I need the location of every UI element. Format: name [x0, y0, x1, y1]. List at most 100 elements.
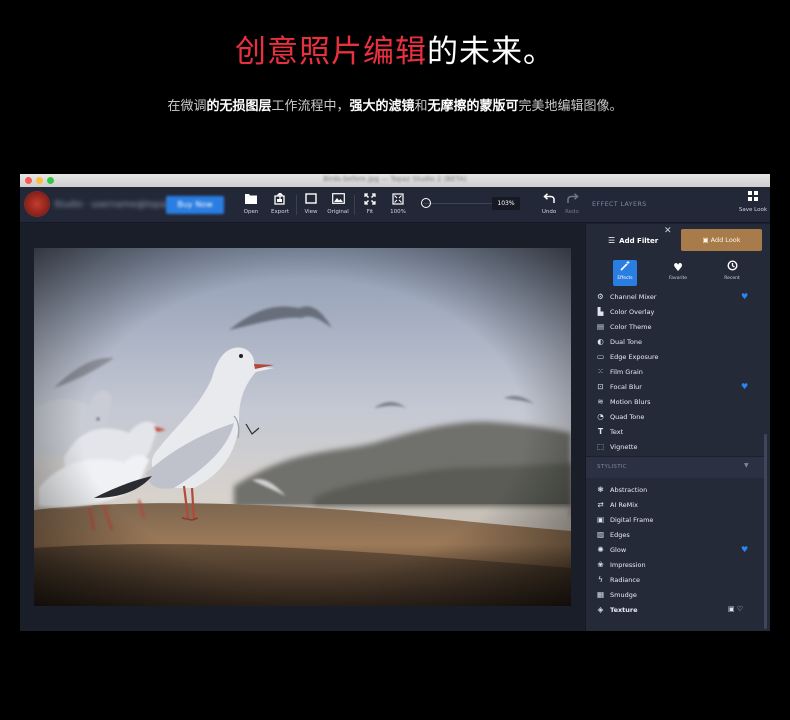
dualtone-icon: ◐ [597, 337, 604, 346]
chevron-down-icon: ▼ [744, 462, 749, 469]
canvas-area[interactable] [20, 224, 584, 631]
zoom-100-button[interactable]: 100% [383, 193, 413, 215]
effect-name: Vignette [610, 443, 638, 451]
add-look-label: Add Look [710, 236, 741, 244]
effect-name: AI ReMix [610, 501, 638, 509]
effect-name: Glow [610, 546, 627, 554]
effect-item-radiance[interactable]: ϟ Radiance [586, 573, 764, 588]
effect-item-ai-remix[interactable]: ⇄ AI ReMix [586, 498, 764, 513]
effect-name: Quad Tone [610, 413, 645, 421]
fit-label: Fit [366, 209, 374, 215]
filter-list-icon: ☰ [608, 236, 616, 245]
favorite-heart-icon[interactable]: ♥ [741, 382, 748, 391]
look-icon: ▣ [702, 236, 711, 244]
effect-item-text[interactable]: T Text [586, 425, 764, 440]
focal-icon: ⊡ [597, 382, 604, 391]
tab-effects[interactable]: Effects [613, 260, 637, 286]
hero-subtitle: 在微调的无损图层工作流程中，强大的滤镜和无摩擦的蒙版可完美地编辑图像。 [0, 95, 790, 114]
effect-name: Dual Tone [610, 338, 642, 346]
tab-favorite-label: Favorite [669, 276, 687, 281]
impression-icon: ❀ [597, 560, 604, 569]
close-panel-icon[interactable]: ✕ [664, 226, 672, 236]
effect-item-focal-blur[interactable]: ⊡ Focal Blur ♥ [586, 380, 764, 395]
effect-item-impression[interactable]: ❀ Impression [586, 558, 764, 573]
subtitle-part: 工作流程中， [271, 99, 350, 114]
hero-title-red: 创意照片编辑 [235, 34, 427, 70]
panel-scrollbar[interactable] [764, 434, 767, 629]
subtitle-bold: 强大的滤镜 [349, 99, 415, 114]
effect-name: Channel Mixer [610, 293, 657, 301]
view-icon [296, 193, 326, 207]
open-button[interactable]: Open [236, 193, 266, 215]
add-look-icon[interactable]: ▣ [728, 605, 735, 613]
effect-item-glow[interactable]: ✺ Glow ♥ [586, 543, 764, 558]
favorite-heart-icon[interactable]: ♥ [741, 292, 748, 301]
effect-item-smudge[interactable]: ▦ Smudge [586, 588, 764, 603]
section-stylistic-label: STYLISTIC [597, 464, 627, 470]
tab-favorite[interactable]: ♥ Favorite [666, 260, 690, 286]
effect-item-motion-blurs[interactable]: ≋ Motion Blurs [586, 395, 764, 410]
subtitle-part: 和 [414, 99, 428, 114]
heart-icon: ♥ [673, 261, 683, 274]
add-filter-label: Add Filter [619, 237, 659, 245]
fit-icon [355, 193, 385, 207]
effect-item-vignette[interactable]: ⬚ Vignette [586, 440, 764, 455]
effect-item-dual-tone[interactable]: ◐ Dual Tone [586, 335, 764, 350]
zoom-value[interactable]: 103% [492, 197, 520, 210]
texture-actions: ▣ ♡ [728, 605, 743, 613]
toolbar: Studio · username@topazlabs.com Buy Now … [20, 187, 770, 223]
effect-item-color-overlay[interactable]: ▙ Color Overlay [586, 305, 764, 320]
view-label: View [304, 209, 318, 215]
effect-name: Texture [610, 606, 638, 614]
subtitle-bold: 无摩擦的蒙版可 [427, 99, 519, 114]
hero-title: 创意照片编辑的未来。 [0, 26, 790, 71]
smudge-icon: ▦ [596, 590, 605, 599]
effect-name: Color Overlay [610, 308, 655, 316]
subtitle-part: 在微调 [167, 99, 207, 114]
redo-icon [557, 193, 587, 207]
export-label: Export [270, 209, 289, 215]
effect-name: Color Theme [610, 323, 652, 331]
grain-icon: ⁙ [597, 367, 604, 376]
tab-recent[interactable]: Recent [720, 260, 744, 286]
panel-tabs: Effects ♥ Favorite Recent [586, 260, 770, 290]
view-button[interactable]: View [296, 193, 326, 215]
overlay-icon: ▙ [597, 307, 604, 316]
effect-name: Motion Blurs [610, 398, 651, 406]
abstraction-icon: ❃ [597, 485, 604, 494]
effect-name: Text [610, 428, 624, 436]
effect-name: Film Grain [610, 368, 643, 376]
effect-item-digital-frame[interactable]: ▣ Digital Frame [586, 513, 764, 528]
save-look-button[interactable]: Save Look [738, 191, 768, 213]
effect-item-film-grain[interactable]: ⁙ Film Grain [586, 365, 764, 380]
effect-item-color-theme[interactable]: ▤ Color Theme [586, 320, 764, 335]
zoom-slider-handle[interactable] [421, 198, 431, 208]
favorite-heart-icon[interactable]: ♥ [741, 545, 748, 554]
original-label: Original [327, 209, 349, 215]
photo-preview[interactable] [34, 248, 571, 606]
buy-now-button[interactable]: Buy Now [166, 196, 224, 214]
effect-item-quad-tone[interactable]: ◔ Quad Tone [586, 410, 764, 425]
hero-title-white: 的未来。 [427, 34, 555, 70]
effect-item-channel-mixer[interactable]: ⚙ Channel Mixer ♥ [586, 290, 764, 305]
section-stylistic[interactable]: STYLISTIC ▼ [586, 456, 764, 478]
add-filter-button[interactable]: ☰ Add Filter [608, 236, 658, 245]
original-button[interactable]: Original [323, 193, 353, 215]
image-icon [323, 193, 353, 207]
favorite-heart-outline-icon[interactable]: ♡ [737, 605, 743, 613]
window-titlebar: Birds-before.jpg — Topaz Studio 2 (BETA) [20, 174, 770, 187]
tab-effects-label: Effects [617, 276, 633, 281]
effect-item-abstraction[interactable]: ❃ Abstraction [586, 483, 764, 498]
export-button[interactable]: Export [265, 192, 295, 215]
add-look-button[interactable]: ▣ Add Look [681, 229, 762, 251]
redo-button[interactable]: Redo [557, 193, 587, 215]
zoom-slider[interactable] [424, 203, 492, 204]
fit-button[interactable]: Fit [355, 193, 385, 215]
effect-name: Focal Blur [610, 383, 642, 391]
effect-item-edges[interactable]: ▨ Edges [586, 528, 764, 543]
folder-icon [236, 193, 266, 207]
effect-item-texture[interactable]: ◈ Texture ▣ ♡ [586, 603, 764, 618]
effect-name: Smudge [610, 591, 637, 599]
effect-item-edge-exposure[interactable]: ▭ Edge Exposure [586, 350, 764, 365]
window-title: Birds-before.jpg — Topaz Studio 2 (BETA) [323, 175, 467, 183]
